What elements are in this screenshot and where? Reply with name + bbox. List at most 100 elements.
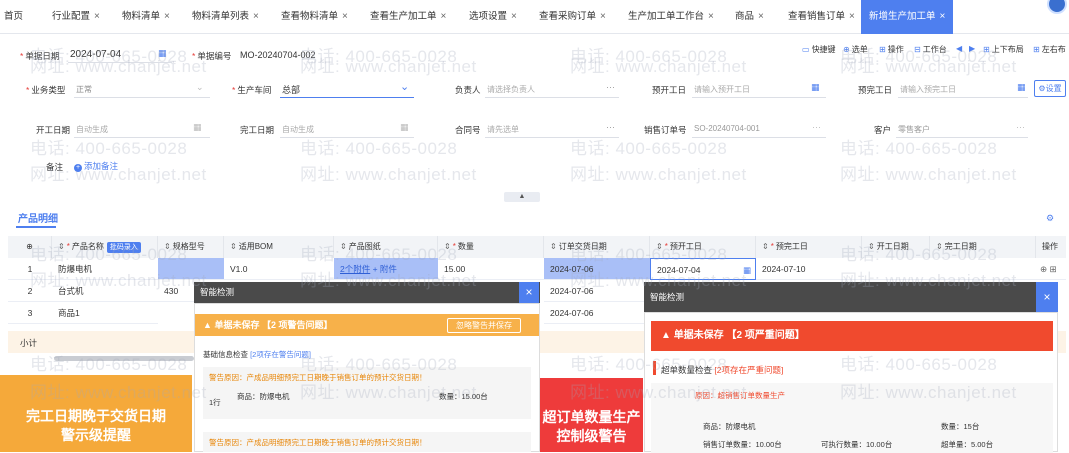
layout-updown-button[interactable]: ⊞ 上下布局 [983,44,1024,55]
prev-arrow-icon[interactable]: ◀ [956,44,962,53]
close-icon[interactable]: × [164,11,170,22]
close-icon[interactable]: × [342,11,348,22]
calendar-icon[interactable]: ▦ [158,48,167,59]
exec-qty-text: 可执行数量：10.00台 [821,440,893,449]
cell-drawing[interactable]: 2个附件 + 附件 [334,258,438,280]
col-header-product-name[interactable]: ⇕ * 产品名称 批码录入 [52,236,158,258]
chevron-down-icon[interactable]: ⌄ [400,80,409,93]
shortcut-button[interactable]: ▭ 快捷键 [802,44,836,55]
workbench-button[interactable]: ⊟ 工作台 [914,44,947,55]
cell-start [862,258,930,280]
select-button[interactable]: ⊕ 选单 [843,44,868,55]
tab-goods[interactable]: 商品 × [735,0,764,34]
close-icon[interactable]: × [1036,282,1058,312]
tab-home[interactable]: 首页 [4,0,23,34]
app-logo-icon [1047,0,1067,14]
callout-line: 完工日期晚于交货日期 [26,408,166,424]
tab-options[interactable]: 选项设置 × [469,0,517,34]
col-header-bom[interactable]: ⇕ 适用BOM [224,236,334,258]
column-settings-icon[interactable]: ⚙ [1046,213,1054,224]
col-header-start[interactable]: ⇕ 开工日期 [862,236,930,258]
ignore-and-save-button[interactable]: 忽略警告并保存 [447,318,521,333]
plan-finish-input[interactable]: 请输入预完工日 [900,84,956,95]
close-icon[interactable]: × [441,11,447,22]
close-icon[interactable]: × [758,11,764,22]
cell-spec[interactable] [158,258,224,280]
customer-value: 零售客户 [898,125,930,134]
col-header-plan-finish[interactable]: ⇕ * 预完工日 [756,236,862,258]
close-icon[interactable]: × [511,11,517,22]
dialog-left-body: ▲ 单据未保存 【2 项警告问题】 忽略警告并保存 基础信息检查 [2项存在警告… [194,303,540,452]
col-header-actions: 操作 [1036,236,1066,258]
owner-input[interactable]: 请选择负责人 [487,84,535,95]
chevron-down-icon[interactable]: ⌄ [196,82,204,93]
row-index: 3 [8,302,52,324]
cell-product-name[interactable]: 防爆电机 [52,258,158,280]
business-type-value[interactable]: 正常 [76,84,92,95]
tab-label: 行业配置 [52,11,91,22]
horizontal-scrollbar[interactable] [54,356,194,361]
cell-bom[interactable]: V1.0 [224,258,334,280]
col-header-spec[interactable]: ⇕ 规格型号 [158,236,224,258]
tab-bom-list[interactable]: 物料清单列表 × [192,0,259,34]
warning-item: 警告原因：产成品明细预完工日期晚于销售订单的预计交货日期！ [203,432,531,452]
col-header-index: ⊕ [8,236,52,258]
batch-entry-button[interactable]: 批码录入 [106,242,141,253]
finish-date-input: 自动生成 [282,125,314,134]
col-header-plan-start[interactable]: ⇕ * 预开工日 [650,236,756,258]
date-value[interactable]: 2024-07-04 [70,49,121,60]
collapse-toggle-icon[interactable]: ▲ [504,192,540,202]
tab-view-production-order[interactable]: 查看生产加工单 × [370,0,446,34]
tab-view-purchase-order[interactable]: 查看采购订单 × [539,0,606,34]
product-text: 商品：防爆电机 [703,422,756,431]
layout-icon: ⊞ [1033,45,1040,54]
contract-input[interactable]: 请先选单 [487,124,519,135]
tab-production-workbench[interactable]: 生产加工单工作台 × [628,0,714,34]
watermark-site: 网址: www.chanjet.net [840,165,1017,184]
close-icon[interactable]: × [849,11,855,22]
row-actions[interactable]: ⊕ ⊞ [1036,258,1066,280]
col-header-finish[interactable]: ⇕ 完工日期 [930,236,1036,258]
workshop-value[interactable]: 总部 [282,83,300,96]
add-remark-button[interactable]: + 添加备注 [74,160,118,172]
customer-label: 客户 [874,125,892,135]
col-header-drawing[interactable]: ⇕ 产品图纸 [334,236,438,258]
more-icon[interactable]: ··· [606,82,615,92]
tab-view-sales-order[interactable]: 查看销售订单 × [788,0,855,34]
remark-label: 备注 [46,162,64,172]
close-icon[interactable]: × [94,11,100,22]
close-icon[interactable]: × [940,11,946,22]
calendar-icon[interactable]: ▦ [1017,82,1026,93]
tab-new-production-order[interactable]: 新增生产加工单 × [861,0,954,34]
cell-plan-start-input[interactable]: 2024-07-04 ▦ [650,258,756,280]
cell-product-name[interactable]: 商品1 [52,302,158,324]
layout-leftright-button[interactable]: ⊞ 左右布 [1033,44,1066,55]
watermark-site: 网址: www.chanjet.net [300,165,477,184]
cell-plan-finish[interactable]: 2024-07-10 [756,258,862,280]
close-icon[interactable]: × [708,11,714,22]
col-header-qty[interactable]: ⇕ * 数量 [438,236,544,258]
cell-qty[interactable]: 15.00 [438,258,544,280]
operate-button[interactable]: ⊞ 操作 [879,44,904,55]
watermark-site: 网址: www.chanjet.net [840,57,1017,76]
warning-banner: ▲ 单据未保存 【2 项警告问题】 忽略警告并保存 [195,314,539,336]
cell-product-name[interactable]: 台式机 [52,280,158,302]
tab-view-bom[interactable]: 查看物料清单 × [281,0,348,34]
number-value[interactable]: MO-20240704-002 [240,50,316,60]
close-icon[interactable]: × [253,11,259,22]
close-icon[interactable]: × [519,282,539,303]
finish-date-label: 完工日期 [240,125,275,135]
next-arrow-icon[interactable]: ▶ [969,44,975,53]
settings-button[interactable]: ⚙设置 [1034,80,1066,97]
tab-bom[interactable]: 物料清单 × [122,0,170,34]
gear-icon: ⚙ [1038,84,1046,93]
col-header-delivery[interactable]: ⇕ 订单交货日期 [544,236,650,258]
cell-finish [930,258,1036,280]
plan-start-input[interactable]: 请输入预开工日 [694,84,750,95]
more-icon[interactable]: ··· [606,122,615,132]
error-reason: 原因：超销售订单数量生产 [695,391,785,400]
calendar-icon[interactable]: ▦ [811,82,820,93]
close-icon[interactable]: × [600,11,606,22]
workbench-icon: ⊟ [914,45,921,54]
tab-industry-config[interactable]: 行业配置 × [52,0,100,34]
